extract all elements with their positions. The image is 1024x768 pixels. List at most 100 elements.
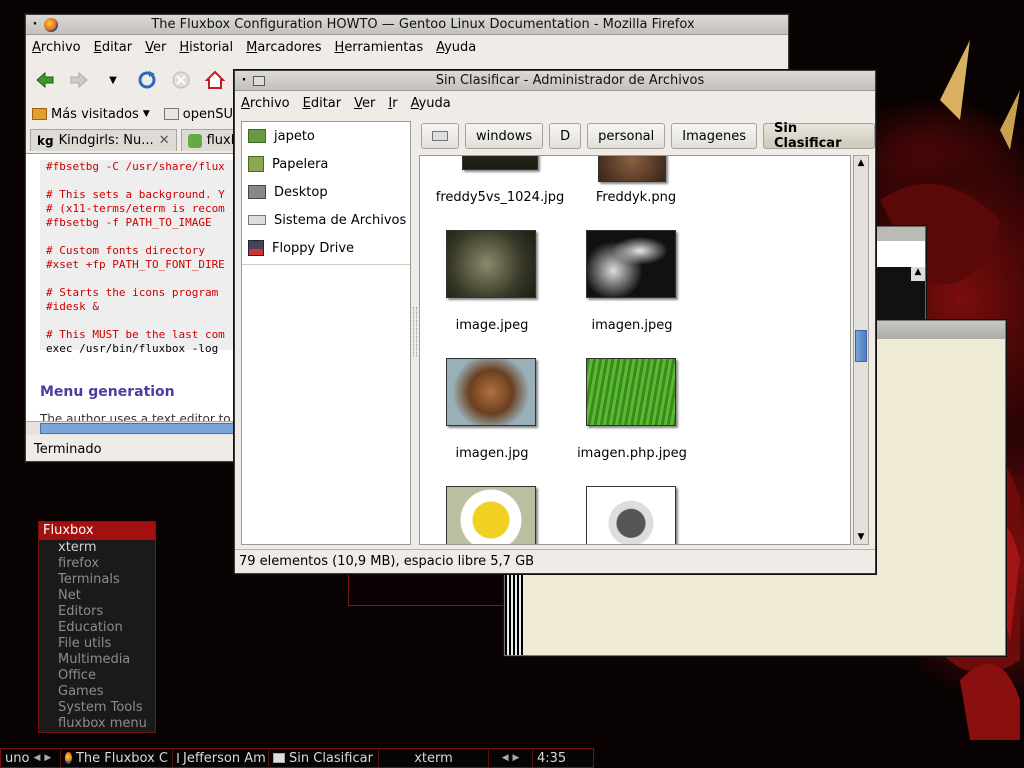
- window-title: Sin Clasificar - Administrador de Archiv…: [435, 73, 705, 88]
- file-thumbnail[interactable]: [598, 156, 666, 182]
- bookmark-label: Más visitados: [51, 106, 139, 122]
- scroll-down-icon[interactable]: ▼: [854, 530, 868, 544]
- workspace-switcher[interactable]: uno ◀ ▶: [1, 749, 61, 767]
- menu-item-firefox[interactable]: firefox: [39, 556, 155, 572]
- fluxbox-toolbar: uno ◀ ▶ The Fluxbox C Jefferson Am Sin C…: [0, 748, 594, 768]
- pane-resize-handle[interactable]: [413, 307, 417, 357]
- previous-workspace-icon[interactable]: ◀: [33, 753, 40, 763]
- path-button-imagenes[interactable]: Imagenes: [671, 123, 757, 149]
- menu-item-multimedia[interactable]: Multimedia: [39, 652, 155, 668]
- task-scroll[interactable]: ◀ ▶: [489, 749, 533, 767]
- previous-task-icon[interactable]: ◀: [502, 753, 509, 763]
- file-thumbnail[interactable]: [446, 358, 536, 426]
- task-firefox[interactable]: The Fluxbox C: [61, 749, 173, 767]
- file-thumbnail[interactable]: [586, 486, 676, 544]
- file-thumbnail[interactable]: [462, 156, 538, 170]
- place-desktop[interactable]: Desktop: [242, 178, 410, 206]
- menu-item-editors[interactable]: Editors: [39, 604, 155, 620]
- place-trash[interactable]: Papelera: [242, 150, 410, 178]
- scroll-up-icon[interactable]: ▲: [854, 156, 868, 170]
- file-manager-body: japeto Papelera Desktop Sistema de Archi…: [235, 117, 875, 547]
- forward-icon[interactable]: [68, 69, 90, 91]
- background-window-small[interactable]: ▲: [874, 226, 926, 326]
- path-button-sin-clasificar[interactable]: Sin Clasificar: [763, 121, 875, 151]
- file-icon-view[interactable]: freddy5vs_1024.jpg Freddyk.png image.jpe…: [419, 155, 851, 545]
- path-button-windows[interactable]: windows: [465, 123, 544, 149]
- file-name[interactable]: Freddyk.png: [566, 190, 706, 205]
- folder-icon: [163, 108, 179, 120]
- scrollbar-thumb[interactable]: [855, 330, 867, 362]
- firefox-logo-icon: [65, 752, 72, 764]
- place-floppy[interactable]: Floppy Drive: [242, 234, 410, 262]
- menu-item-xterm[interactable]: xterm: [39, 540, 155, 556]
- task-xterm[interactable]: xterm: [379, 749, 489, 767]
- menu-archivo[interactable]: Archivo: [241, 96, 290, 111]
- history-dropdown-icon[interactable]: ▼: [102, 69, 124, 91]
- file-name[interactable]: imagen.jpg: [422, 446, 562, 461]
- menu-editar[interactable]: Editar: [94, 40, 133, 55]
- menu-item-system-tools[interactable]: System Tools: [39, 700, 155, 716]
- folder-icon: [32, 108, 47, 120]
- bookmark-most-visited[interactable]: Más visitados ▼: [32, 107, 150, 122]
- close-icon[interactable]: ✕: [159, 133, 170, 148]
- fluxbox-root-menu: Fluxbox xterm firefox Terminals Net Edit…: [38, 521, 156, 733]
- menu-historial[interactable]: Historial: [179, 40, 233, 55]
- file-name[interactable]: imagen.jpeg: [562, 318, 702, 333]
- desktop-icon: [248, 185, 266, 199]
- menu-item-file-utils[interactable]: File utils: [39, 636, 155, 652]
- firefox-titlebar[interactable]: · The Fluxbox Configuration HOWTO — Gent…: [26, 15, 788, 35]
- place-home[interactable]: japeto: [242, 122, 410, 150]
- menu-item-net[interactable]: Net: [39, 588, 155, 604]
- file-manager-window[interactable]: · Sin Clasificar - Administrador de Arch…: [234, 70, 876, 574]
- tab-kindgirls[interactable]: kg Kindgirls: Nu... ✕: [30, 129, 177, 151]
- menu-ayuda[interactable]: Ayuda: [436, 40, 476, 55]
- home-icon[interactable]: [204, 69, 226, 91]
- place-label: Desktop: [274, 184, 328, 200]
- window-menu-icon[interactable]: ·: [26, 17, 44, 32]
- file-thumbnail[interactable]: [586, 230, 676, 298]
- path-button-personal[interactable]: personal: [587, 123, 666, 149]
- window-content: [875, 241, 925, 267]
- file-thumbnail[interactable]: [446, 230, 536, 298]
- menu-ayuda[interactable]: Ayuda: [411, 96, 451, 111]
- menu-item-education[interactable]: Education: [39, 620, 155, 636]
- clock: 4:35: [533, 749, 570, 767]
- menu-archivo[interactable]: Archivo: [32, 40, 81, 55]
- vertical-scrollbar[interactable]: ▲ ▼: [853, 155, 869, 545]
- menu-ver[interactable]: Ver: [145, 40, 166, 55]
- task-file-manager[interactable]: Sin Clasificar: [269, 749, 379, 767]
- path-button-d[interactable]: D: [549, 123, 582, 149]
- site-favicon-icon: kg: [37, 133, 54, 148]
- file-thumbnail[interactable]: [446, 486, 536, 544]
- stop-icon[interactable]: [170, 69, 192, 91]
- file-manager-titlebar[interactable]: · Sin Clasificar - Administrador de Arch…: [235, 71, 875, 91]
- clock-text: 4:35: [537, 750, 567, 766]
- menu-marcadores[interactable]: Marcadores: [246, 40, 321, 55]
- titlebar[interactable]: [875, 227, 925, 241]
- menu-ir[interactable]: Ir: [388, 96, 397, 111]
- menu-item-fluxbox-menu[interactable]: fluxbox menu: [39, 716, 155, 732]
- menu-ver[interactable]: Ver: [354, 96, 375, 111]
- scrollbar-thumb[interactable]: [40, 423, 240, 434]
- next-task-icon[interactable]: ▶: [513, 753, 520, 763]
- menu-item-games[interactable]: Games: [39, 684, 155, 700]
- menu-item-office[interactable]: Office: [39, 668, 155, 684]
- file-name[interactable]: imagen.php.jpeg: [562, 446, 702, 461]
- next-workspace-icon[interactable]: ▶: [44, 753, 51, 763]
- reload-icon[interactable]: [136, 69, 158, 91]
- gentoo-favicon-icon: [187, 133, 202, 148]
- back-icon[interactable]: [34, 69, 56, 91]
- file-name[interactable]: freddy5vs_1024.jpg: [430, 190, 570, 205]
- task-terminal[interactable]: Jefferson Am: [173, 749, 269, 767]
- file-name[interactable]: image.jpeg: [422, 318, 562, 333]
- file-manager-statusbar: 79 elementos (10,9 MB), espacio libre 5,…: [235, 549, 875, 573]
- path-root-button[interactable]: [421, 123, 459, 149]
- menu-editar[interactable]: Editar: [303, 96, 342, 111]
- window-menu-icon[interactable]: ·: [235, 73, 253, 88]
- menu-item-terminals[interactable]: Terminals: [39, 572, 155, 588]
- menu-herramientas[interactable]: Herramientas: [335, 40, 424, 55]
- file-thumbnail[interactable]: [586, 358, 676, 426]
- bookmark-opensuse[interactable]: openSUS: [163, 107, 241, 122]
- scroll-up-icon[interactable]: ▲: [911, 267, 925, 281]
- place-filesystem[interactable]: Sistema de Archivos: [242, 206, 410, 234]
